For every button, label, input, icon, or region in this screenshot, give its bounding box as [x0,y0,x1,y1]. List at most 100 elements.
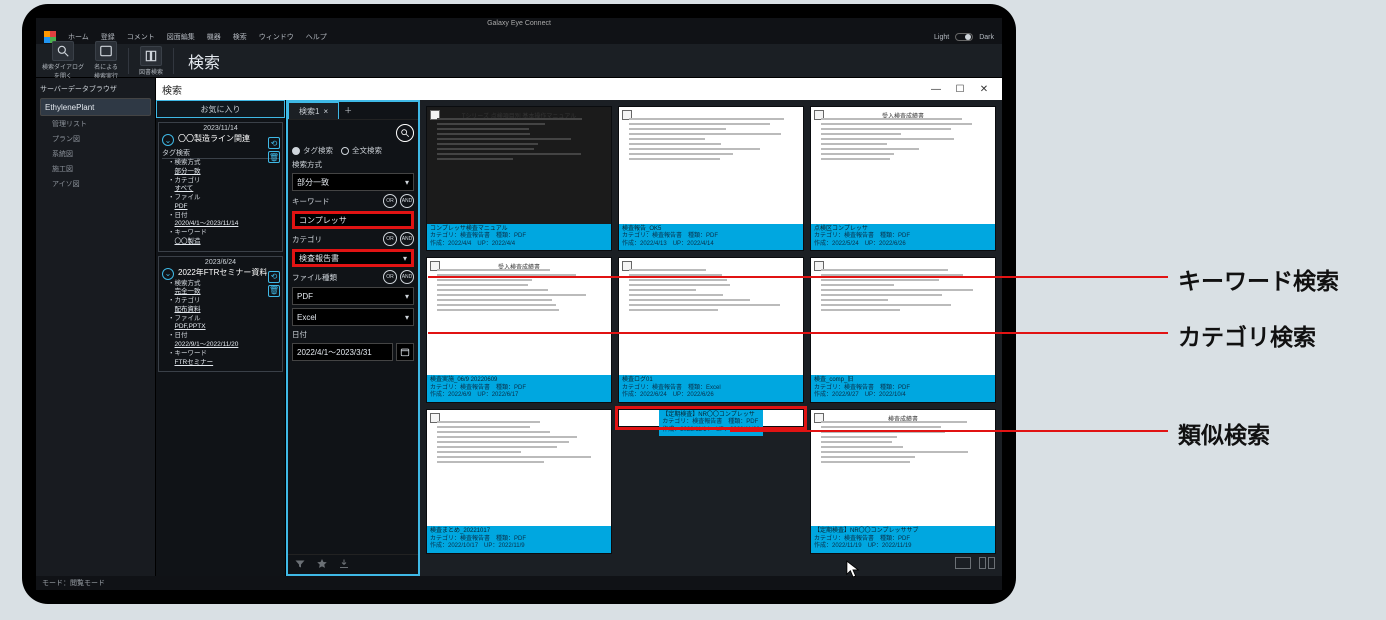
favorites-column: お気に入り 2023/11/14 ⌄ 〇〇製造ライン関連 ⟲ 🗑 [156,100,286,576]
screen: Galaxy Eye Connect ホーム 登録 コメント 図面編集 機器 検… [36,18,1002,590]
favorite-section: タグ検索 [162,148,279,159]
result-card[interactable]: 検査成績書【定期検査】NR〇〇コンプレッサカテゴリ：検査報告書 種類：PDF作成… [618,409,804,427]
tree-child[interactable]: 施工図 [40,162,151,176]
date-input[interactable]: 2022/4/1～2023/3/31 [292,343,393,361]
grid-view-button[interactable] [978,556,996,570]
logic-or[interactable]: OR [383,270,397,284]
refresh-icon[interactable]: ⟲ [268,271,280,283]
keyword-input[interactable]: コンプレッサ [292,211,414,229]
calendar-icon[interactable] [396,343,414,361]
favorite-date: 2023/6/24 [162,259,279,266]
radio-tag[interactable] [292,147,300,155]
star-icon[interactable] [316,558,328,572]
add-tab-button[interactable]: ＋ [339,102,357,119]
dialog-titlebar: 検索 ― ☐ ✕ [156,78,1002,100]
callout-similar: 類似検索 [1178,416,1270,450]
tree-child[interactable]: アイソ図 [40,177,151,191]
close-tab-icon[interactable]: × [323,107,328,116]
result-card[interactable]: 受入検査成績書点検区コンプレッサカテゴリ：検査報告書 種類：PDF作成：2022… [810,106,996,251]
result-card[interactable]: 検査報告_OK5カテゴリ：検査報告書 種類：PDF作成：2022/4/13 UP… [618,106,804,251]
label-category: カテゴリ [292,234,322,245]
maximize-button[interactable]: ☐ [948,78,972,100]
ribbon: 検索ダイアログ を開く 名による 検索実行 図書検索 検索 [36,44,1002,78]
callout-line [428,332,1168,334]
result-meta: 検査_comp_旧カテゴリ：検査報告書 種類：PDF作成：2022/9/27 U… [811,375,995,402]
server-browser-header: サーバーデータブラウザ [40,84,151,94]
menu-drawing[interactable]: 図面編集 [167,32,195,42]
result-meta: 【定期検査】NR〇〇コンプレッササブカテゴリ：検査報告書 種類：PDF作成：20… [811,526,995,553]
label-filetype: ファイル種類 [292,272,337,283]
filetype-select-1[interactable]: PDF▾ [292,287,414,305]
menu-window[interactable]: ウィンドウ [259,32,294,42]
filter-icon[interactable] [294,558,306,572]
minimize-button[interactable]: ― [924,78,948,100]
callout-line [730,430,1168,432]
label-method: 検索方式 [292,159,322,170]
menu-comment[interactable]: コメント [127,32,155,42]
ribbon-open-search[interactable]: 検索ダイアログ を開く [42,41,84,80]
result-meta: 検査まとめ_20221017カテゴリ：検査報告書 種類：PDF作成：2022/1… [427,526,611,553]
delete-icon[interactable]: 🗑 [268,151,280,163]
tree-child[interactable]: 管理リスト [40,117,151,131]
logic-or[interactable]: OR [383,232,397,246]
result-card[interactable]: 検査_comp_旧カテゴリ：検査報告書 種類：PDF作成：2022/9/27 U… [810,257,996,402]
result-card[interactable]: 検査ログ01カテゴリ：検査報告書 種類：Excel作成：2022/6/24 UP… [618,257,804,402]
tree-child[interactable]: プラン図 [40,132,151,146]
cursor-icon [846,560,860,578]
theme-toggle[interactable]: Light Dark [934,33,994,41]
logic-and[interactable]: AND [400,232,414,246]
result-thumbnail: 受入検査成績書 [811,107,995,224]
chevron-down-icon[interactable]: ⌄ [162,134,174,146]
callout-keyword: キーワード検索 [1178,262,1339,296]
logic-and[interactable]: AND [400,270,414,284]
label-keyword: キーワード [292,196,330,207]
theme-dark-label: Dark [979,34,994,41]
callout-line [428,276,1168,278]
search-mode-radios[interactable]: タグ検索 全文検索 [292,145,414,156]
refresh-icon[interactable]: ⟲ [268,137,280,149]
theme-light-label: Light [934,34,949,41]
search-icon[interactable] [396,124,414,142]
results-footer [426,554,996,572]
tree-child[interactable]: 系統図 [40,147,151,161]
menu-search[interactable]: 検索 [233,32,247,42]
logic-or[interactable]: OR [383,194,397,208]
close-button[interactable]: ✕ [972,78,996,100]
result-thumbnail: 検査成績書 [811,410,995,527]
ribbon-library-search[interactable]: 図書検索 [139,46,163,76]
tree-root[interactable]: EthylenePlant [40,98,151,116]
menu-device[interactable]: 機器 [207,32,221,42]
method-select[interactable]: 部分一致▾ [292,173,414,191]
result-meta: コンプレッサ検査マニュアルカテゴリ：検査報告書 種類：PDF作成：2022/4/… [427,224,611,251]
search-tab[interactable]: 検索1 × [288,102,339,119]
result-meta: 検査実施_06/9 20220609カテゴリ：検査報告書 種類：PDF作成：20… [427,375,611,402]
result-meta: 検査ログ01カテゴリ：検査報告書 種類：Excel作成：2022/6/24 UP… [619,375,803,402]
chevron-down-icon[interactable]: ⌄ [162,268,174,280]
menu-help[interactable]: ヘルプ [306,32,327,42]
result-card[interactable]: 受入検査成績書検査実施_06/9 20220609カテゴリ：検査報告書 種類：P… [426,257,612,402]
results-panel: Tシリーズ 点検項目別 基本操作マニュアルコンプレッサ検査マニュアルカテゴリ：検… [420,100,1002,576]
callout-category: カテゴリ検索 [1178,318,1316,352]
result-thumbnail: Tシリーズ 点検項目別 基本操作マニュアル [427,107,611,224]
favorite-card[interactable]: 2023/11/14 ⌄ 〇〇製造ライン関連 ⟲ 🗑 タグ検索 [158,122,283,252]
filetype-select-2[interactable]: Excel▾ [292,308,414,326]
result-card[interactable]: 検査まとめ_20221017カテゴリ：検査報告書 種類：PDF作成：2022/1… [426,409,612,554]
panel-title: 検索 [188,49,220,73]
delete-icon[interactable]: 🗑 [268,285,280,297]
search-form: 検索1 × ＋ タグ検索 全文検索 検索方式 部 [286,100,420,576]
favorite-date: 2023/11/14 [162,125,279,132]
label-date: 日付 [292,329,307,340]
ribbon-search-by-name[interactable]: 名による 検索実行 [94,41,118,80]
download-icon[interactable] [338,558,350,572]
favorites-tab[interactable]: お気に入り [156,100,285,118]
favorite-card[interactable]: 2023/6/24 ⌄ 2022年FTRセミナー資料 ⟲ 🗑 ・検索方式 完全一… [158,256,283,373]
radio-fulltext[interactable] [341,147,349,155]
laptop-frame: Galaxy Eye Connect ホーム 登録 コメント 図面編集 機器 検… [22,4,1016,604]
result-card[interactable]: Tシリーズ 点検項目別 基本操作マニュアルコンプレッサ検査マニュアルカテゴリ：検… [426,106,612,251]
main-area: サーバーデータブラウザ EthylenePlant 管理リスト プラン図 系統図… [36,78,1002,576]
app-title: Galaxy Eye Connect [36,18,1002,30]
category-select[interactable]: 検査報告書▾ [292,249,414,267]
list-view-button[interactable] [954,556,972,570]
result-thumbnail [427,410,611,527]
logic-and[interactable]: AND [400,194,414,208]
